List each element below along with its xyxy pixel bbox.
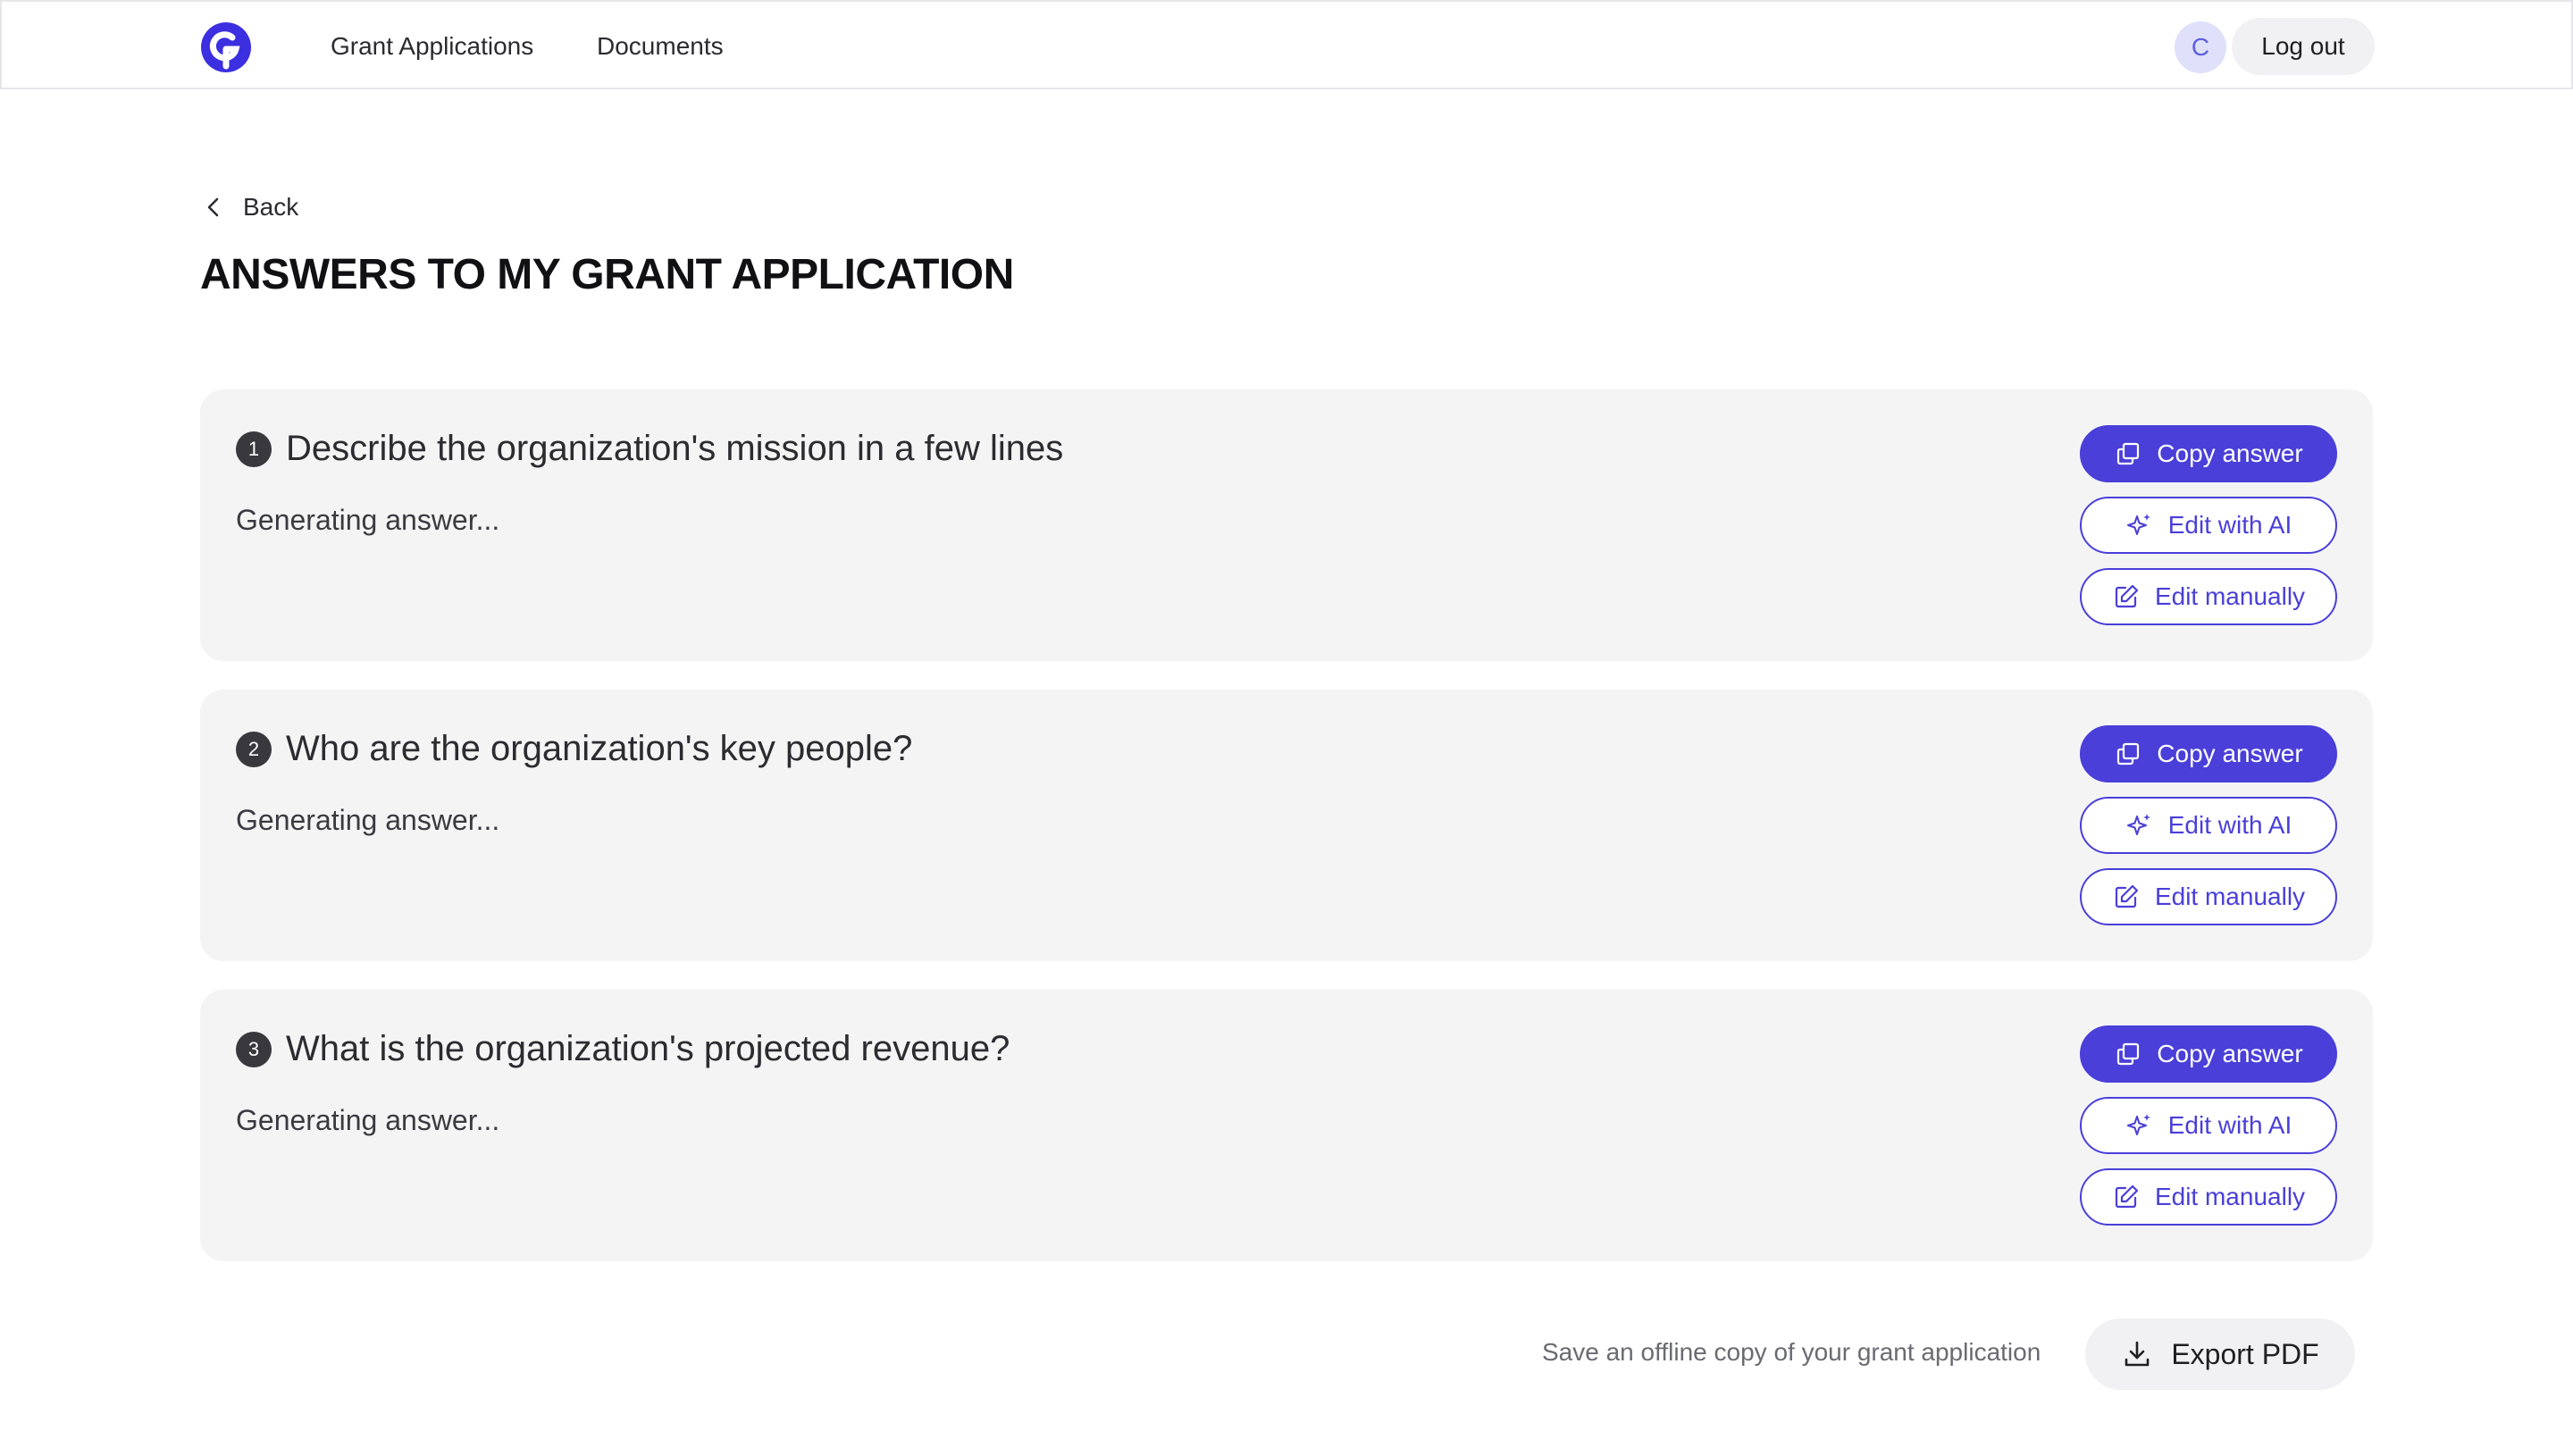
sparkle-icon [2126,1114,2150,1135]
top-navigation-bar: Grant Applications Documents C Log out [0,0,2573,89]
copy-icon [2117,1042,2140,1066]
edit-icon [2115,584,2139,608]
edit-manually-label: Edit manually [2154,582,2306,610]
back-label: Back [243,193,299,221]
edit-icon [2115,884,2139,908]
edit-icon [2115,1184,2139,1209]
edit-manually-label: Edit manually [2154,1183,2306,1210]
chevron-left-icon [207,197,219,217]
question-header: 3 What is the organization's projected r… [236,1029,1010,1069]
answer-text: Generating answer... [236,804,500,836]
question-number-badge: 2 [236,731,272,767]
copy-answer-label: Copy answer [2157,740,2303,767]
sparkle-icon [2126,814,2150,835]
answer-text: Generating answer... [236,504,500,536]
edit-manually-label: Edit manually [2154,883,2306,910]
question-header: 2 Who are the organization's key people? [236,729,912,769]
copy-answer-button[interactable]: Copy answer [2080,1025,2337,1083]
question-card-2: 2 Who are the organization's key people?… [200,690,2373,961]
question-text: Describe the organization's mission in a… [286,429,1064,468]
export-hint-text: Save an offline copy of your grant appli… [1542,1338,2041,1366]
question-text: What is the organization's projected rev… [286,1029,1010,1068]
edit-with-ai-label: Edit with AI [2167,511,2292,539]
question-header: 1 Describe the organization's mission in… [236,429,1063,469]
copy-answer-button[interactable]: Copy answer [2080,425,2337,482]
copy-answer-button[interactable]: Copy answer [2080,725,2337,782]
edit-with-ai-button[interactable]: Edit with AI [2080,797,2337,854]
download-icon [2125,1341,2150,1367]
page-title: ANSWERS TO MY GRANT APPLICATION [200,251,1014,298]
edit-with-ai-label: Edit with AI [2167,811,2292,839]
question-number-badge: 1 [236,431,272,467]
copy-icon [2117,742,2140,766]
question-card-1: 1 Describe the organization's mission in… [200,389,2373,661]
edit-with-ai-button[interactable]: Edit with AI [2080,497,2337,554]
edit-with-ai-button[interactable]: Edit with AI [2080,1097,2337,1154]
edit-manually-button[interactable]: Edit manually [2080,1168,2337,1226]
question-number-badge: 3 [236,1031,272,1067]
question-card-3: 3 What is the organization's projected r… [200,990,2373,1261]
brand-logo-icon[interactable] [200,21,252,73]
edit-with-ai-label: Edit with AI [2167,1111,2292,1139]
logout-button[interactable]: Log out [2232,18,2375,75]
user-avatar[interactable]: C [2175,21,2226,73]
copy-answer-label: Copy answer [2157,439,2303,467]
copy-icon [2117,442,2140,465]
question-text: Who are the organization's key people? [286,729,913,768]
back-link[interactable]: Back [200,189,298,225]
sparkle-icon [2126,514,2150,535]
nav-link-documents[interactable]: Documents [597,29,724,64]
export-pdf-label: Export PDF [2171,1337,2319,1370]
edit-manually-button[interactable]: Edit manually [2080,568,2337,625]
copy-answer-label: Copy answer [2157,1040,2303,1067]
export-pdf-button[interactable]: Export PDF [2085,1318,2355,1390]
edit-manually-button[interactable]: Edit manually [2080,868,2337,925]
nav-link-grant-applications[interactable]: Grant Applications [331,29,533,64]
answer-text: Generating answer... [236,1104,500,1136]
